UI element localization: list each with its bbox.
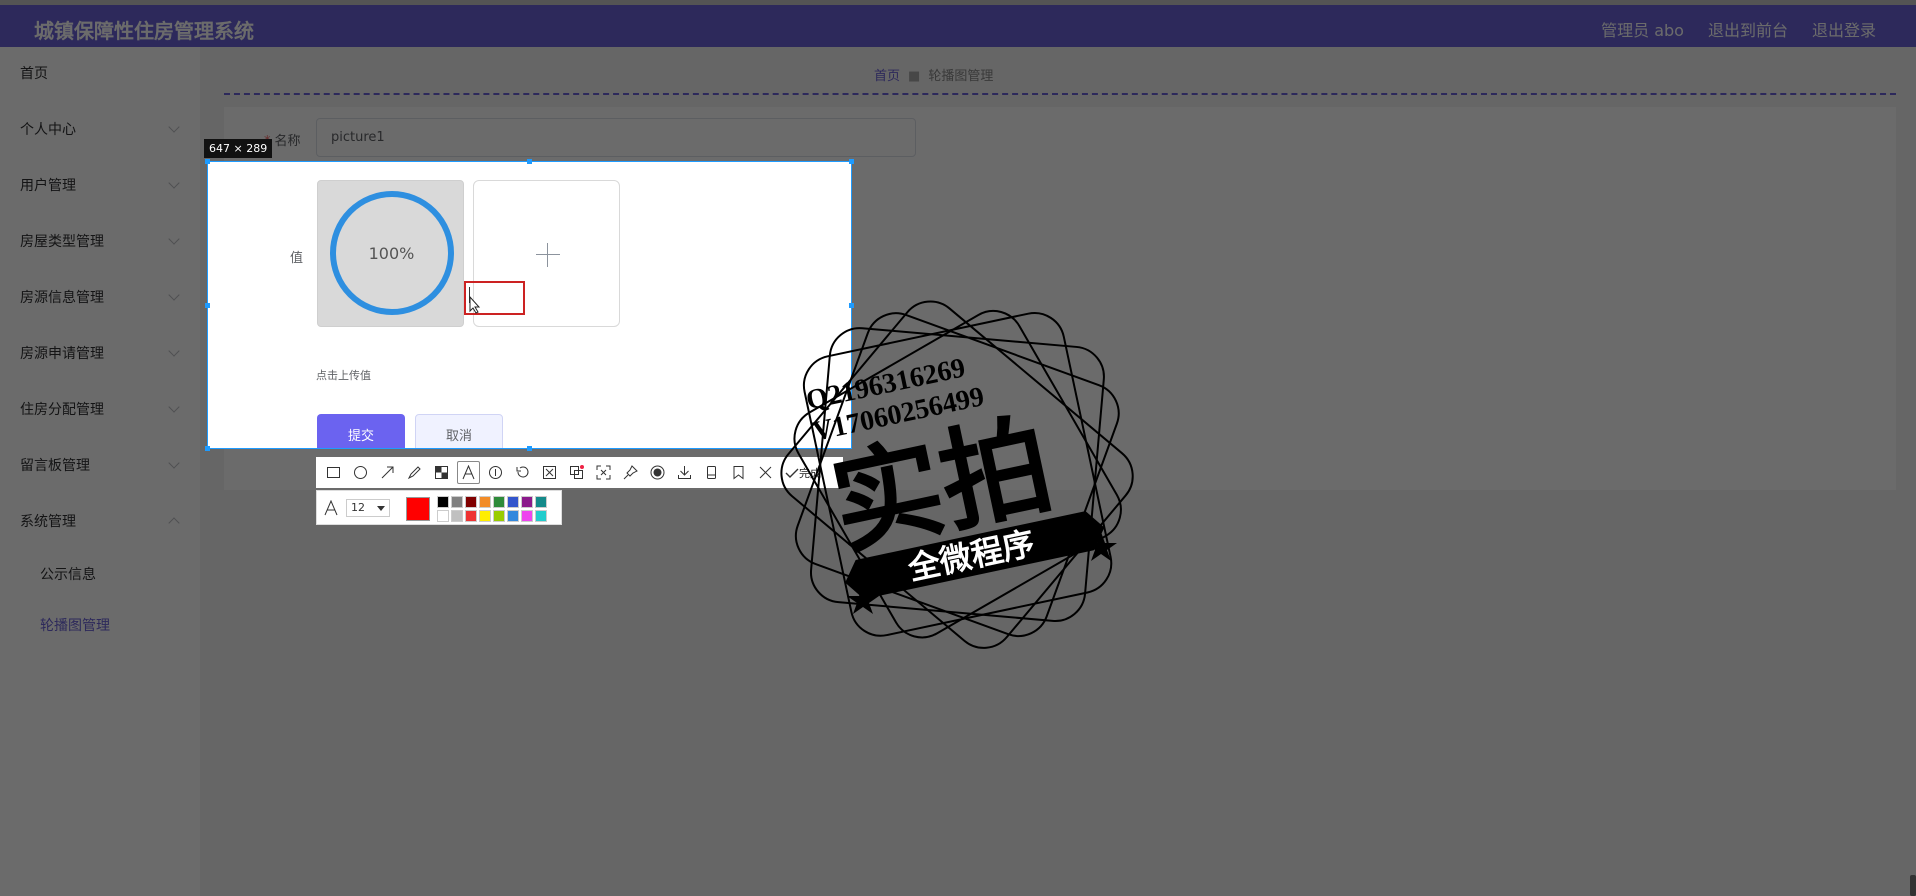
sidebar-item-label: 房屋类型管理 xyxy=(20,234,104,250)
name-input[interactable]: picture1 xyxy=(316,118,916,157)
resize-handle[interactable] xyxy=(527,446,532,451)
sidebar-item-label: 用户管理 xyxy=(20,178,76,194)
sidebar-item-house-type[interactable]: 房屋类型管理 xyxy=(0,221,200,261)
chevron-up-icon xyxy=(168,517,180,529)
upload-hint: 点击上传值 xyxy=(316,369,371,382)
text-style-palette: 12 xyxy=(316,490,562,525)
sidebar-item-label: 轮播图管理 xyxy=(40,618,110,634)
color-swatch[interactable] xyxy=(451,496,463,508)
plus-icon xyxy=(536,254,560,255)
chevron-down-icon xyxy=(168,177,180,189)
pencil-icon[interactable] xyxy=(403,461,426,484)
admin-user-link[interactable]: 管理员 abo xyxy=(1601,17,1684,41)
value-label: 值 xyxy=(290,251,304,266)
sidebar-item-house-application[interactable]: 房源申请管理 xyxy=(0,333,200,373)
back-to-frontend-link[interactable]: 退出到前台 xyxy=(1708,17,1788,41)
color-swatch[interactable] xyxy=(521,510,533,522)
text-icon[interactable] xyxy=(457,461,480,484)
color-swatch[interactable] xyxy=(465,510,477,522)
top-header: 城镇保障性住房管理系统 管理员 abo 退出到前台 退出登录 xyxy=(0,5,1916,47)
sidebar-item-label: 个人中心 xyxy=(20,122,76,138)
sidebar: 首页 个人中心 用户管理 房屋类型管理 房源信息管理 房源申请管理 住房分配管理… xyxy=(0,47,200,896)
download-icon[interactable] xyxy=(673,461,696,484)
ellipse-icon[interactable] xyxy=(349,461,372,484)
font-size-select[interactable]: 12 xyxy=(346,499,390,517)
breadcrumb-current: 轮播图管理 xyxy=(928,69,994,84)
color-swatch[interactable] xyxy=(437,510,449,522)
resize-handle[interactable] xyxy=(849,159,854,164)
scrollbar[interactable] xyxy=(1910,875,1916,896)
sidebar-item-carousel-management[interactable]: 轮播图管理 xyxy=(0,605,200,645)
sidebar-item-user-management[interactable]: 用户管理 xyxy=(0,165,200,205)
sidebar-item-announcements[interactable]: 公示信息 xyxy=(0,554,200,594)
chevron-down-icon xyxy=(168,289,180,301)
sidebar-item-house-info[interactable]: 房源信息管理 xyxy=(0,277,200,317)
sidebar-item-housing-allocation[interactable]: 住房分配管理 xyxy=(0,389,200,429)
logout-link[interactable]: 退出登录 xyxy=(1812,17,1876,41)
chevron-down-icon xyxy=(377,506,385,511)
upload-preview[interactable]: 100% xyxy=(317,180,464,327)
undo-icon[interactable] xyxy=(511,461,534,484)
sidebar-item-label: 系统管理 xyxy=(20,514,76,530)
color-swatch[interactable] xyxy=(507,496,519,508)
name-label-text: 名称 xyxy=(274,134,301,149)
chevron-down-icon xyxy=(168,401,180,413)
color-swatch[interactable] xyxy=(479,496,491,508)
resize-handle[interactable] xyxy=(205,446,210,451)
breadcrumb-separator: ■ xyxy=(908,69,921,84)
current-color-swatch[interactable] xyxy=(406,497,430,521)
color-swatch[interactable] xyxy=(437,496,449,508)
upload-progress-text: 100% xyxy=(368,244,415,263)
sidebar-item-message-board[interactable]: 留言板管理 xyxy=(0,445,200,485)
submit-button[interactable]: 提交 xyxy=(317,414,405,448)
dashed-divider xyxy=(224,93,1896,95)
chevron-down-icon xyxy=(168,233,180,245)
pin-icon[interactable] xyxy=(619,461,642,484)
sidebar-item-home[interactable]: 首页 xyxy=(0,53,200,93)
arrow-icon[interactable] xyxy=(376,461,399,484)
scissors-icon[interactable] xyxy=(538,461,561,484)
color-swatch[interactable] xyxy=(451,510,463,522)
color-swatch[interactable] xyxy=(493,510,505,522)
long-screenshot-icon[interactable] xyxy=(700,461,723,484)
header-nav: 管理员 abo 退出到前台 退出登录 xyxy=(1601,17,1876,41)
chevron-down-icon xyxy=(168,345,180,357)
color-swatch[interactable] xyxy=(535,510,547,522)
color-swatch[interactable] xyxy=(479,510,491,522)
watermark-stamp: Q2196316269 V17060256499 实拍 全微程序 xyxy=(780,300,1134,649)
cancel-button[interactable]: 取消 xyxy=(415,414,503,448)
sidebar-item-personal-center[interactable]: 个人中心 xyxy=(0,109,200,149)
sidebar-item-label: 首页 xyxy=(20,66,48,82)
color-swatches xyxy=(437,496,547,522)
sidebar-item-label: 住房分配管理 xyxy=(20,402,104,418)
color-swatch[interactable] xyxy=(507,510,519,522)
sidebar-item-label: 公示信息 xyxy=(40,567,96,583)
resize-handle[interactable] xyxy=(205,303,210,308)
mouse-cursor-icon xyxy=(469,296,481,314)
mosaic-icon[interactable] xyxy=(430,461,453,484)
sidebar-item-system-management[interactable]: 系统管理 xyxy=(0,501,200,541)
translate-icon[interactable] xyxy=(565,461,588,484)
font-icon xyxy=(324,500,338,516)
chevron-down-icon xyxy=(168,121,180,133)
color-swatch[interactable] xyxy=(521,496,533,508)
ocr-icon[interactable] xyxy=(592,461,615,484)
sidebar-item-label: 房源信息管理 xyxy=(20,290,104,306)
sidebar-item-label: 房源申请管理 xyxy=(20,346,104,362)
sidebar-item-label: 留言板管理 xyxy=(20,458,90,474)
chevron-down-icon xyxy=(168,457,180,469)
color-swatch[interactable] xyxy=(465,496,477,508)
color-swatch[interactable] xyxy=(535,496,547,508)
selection-size-badge: 647 × 289 xyxy=(204,139,273,158)
font-size-value: 12 xyxy=(351,501,365,514)
serial-number-icon[interactable] xyxy=(484,461,507,484)
breadcrumb-home[interactable]: 首页 xyxy=(874,69,900,84)
color-swatch[interactable] xyxy=(493,496,505,508)
breadcrumb: 首页 ■ 轮播图管理 xyxy=(874,65,993,84)
system-title: 城镇保障性住房管理系统 xyxy=(34,19,254,43)
rectangle-icon[interactable] xyxy=(322,461,345,484)
resize-handle[interactable] xyxy=(205,159,210,164)
record-icon[interactable] xyxy=(646,461,669,484)
resize-handle[interactable] xyxy=(527,159,532,164)
